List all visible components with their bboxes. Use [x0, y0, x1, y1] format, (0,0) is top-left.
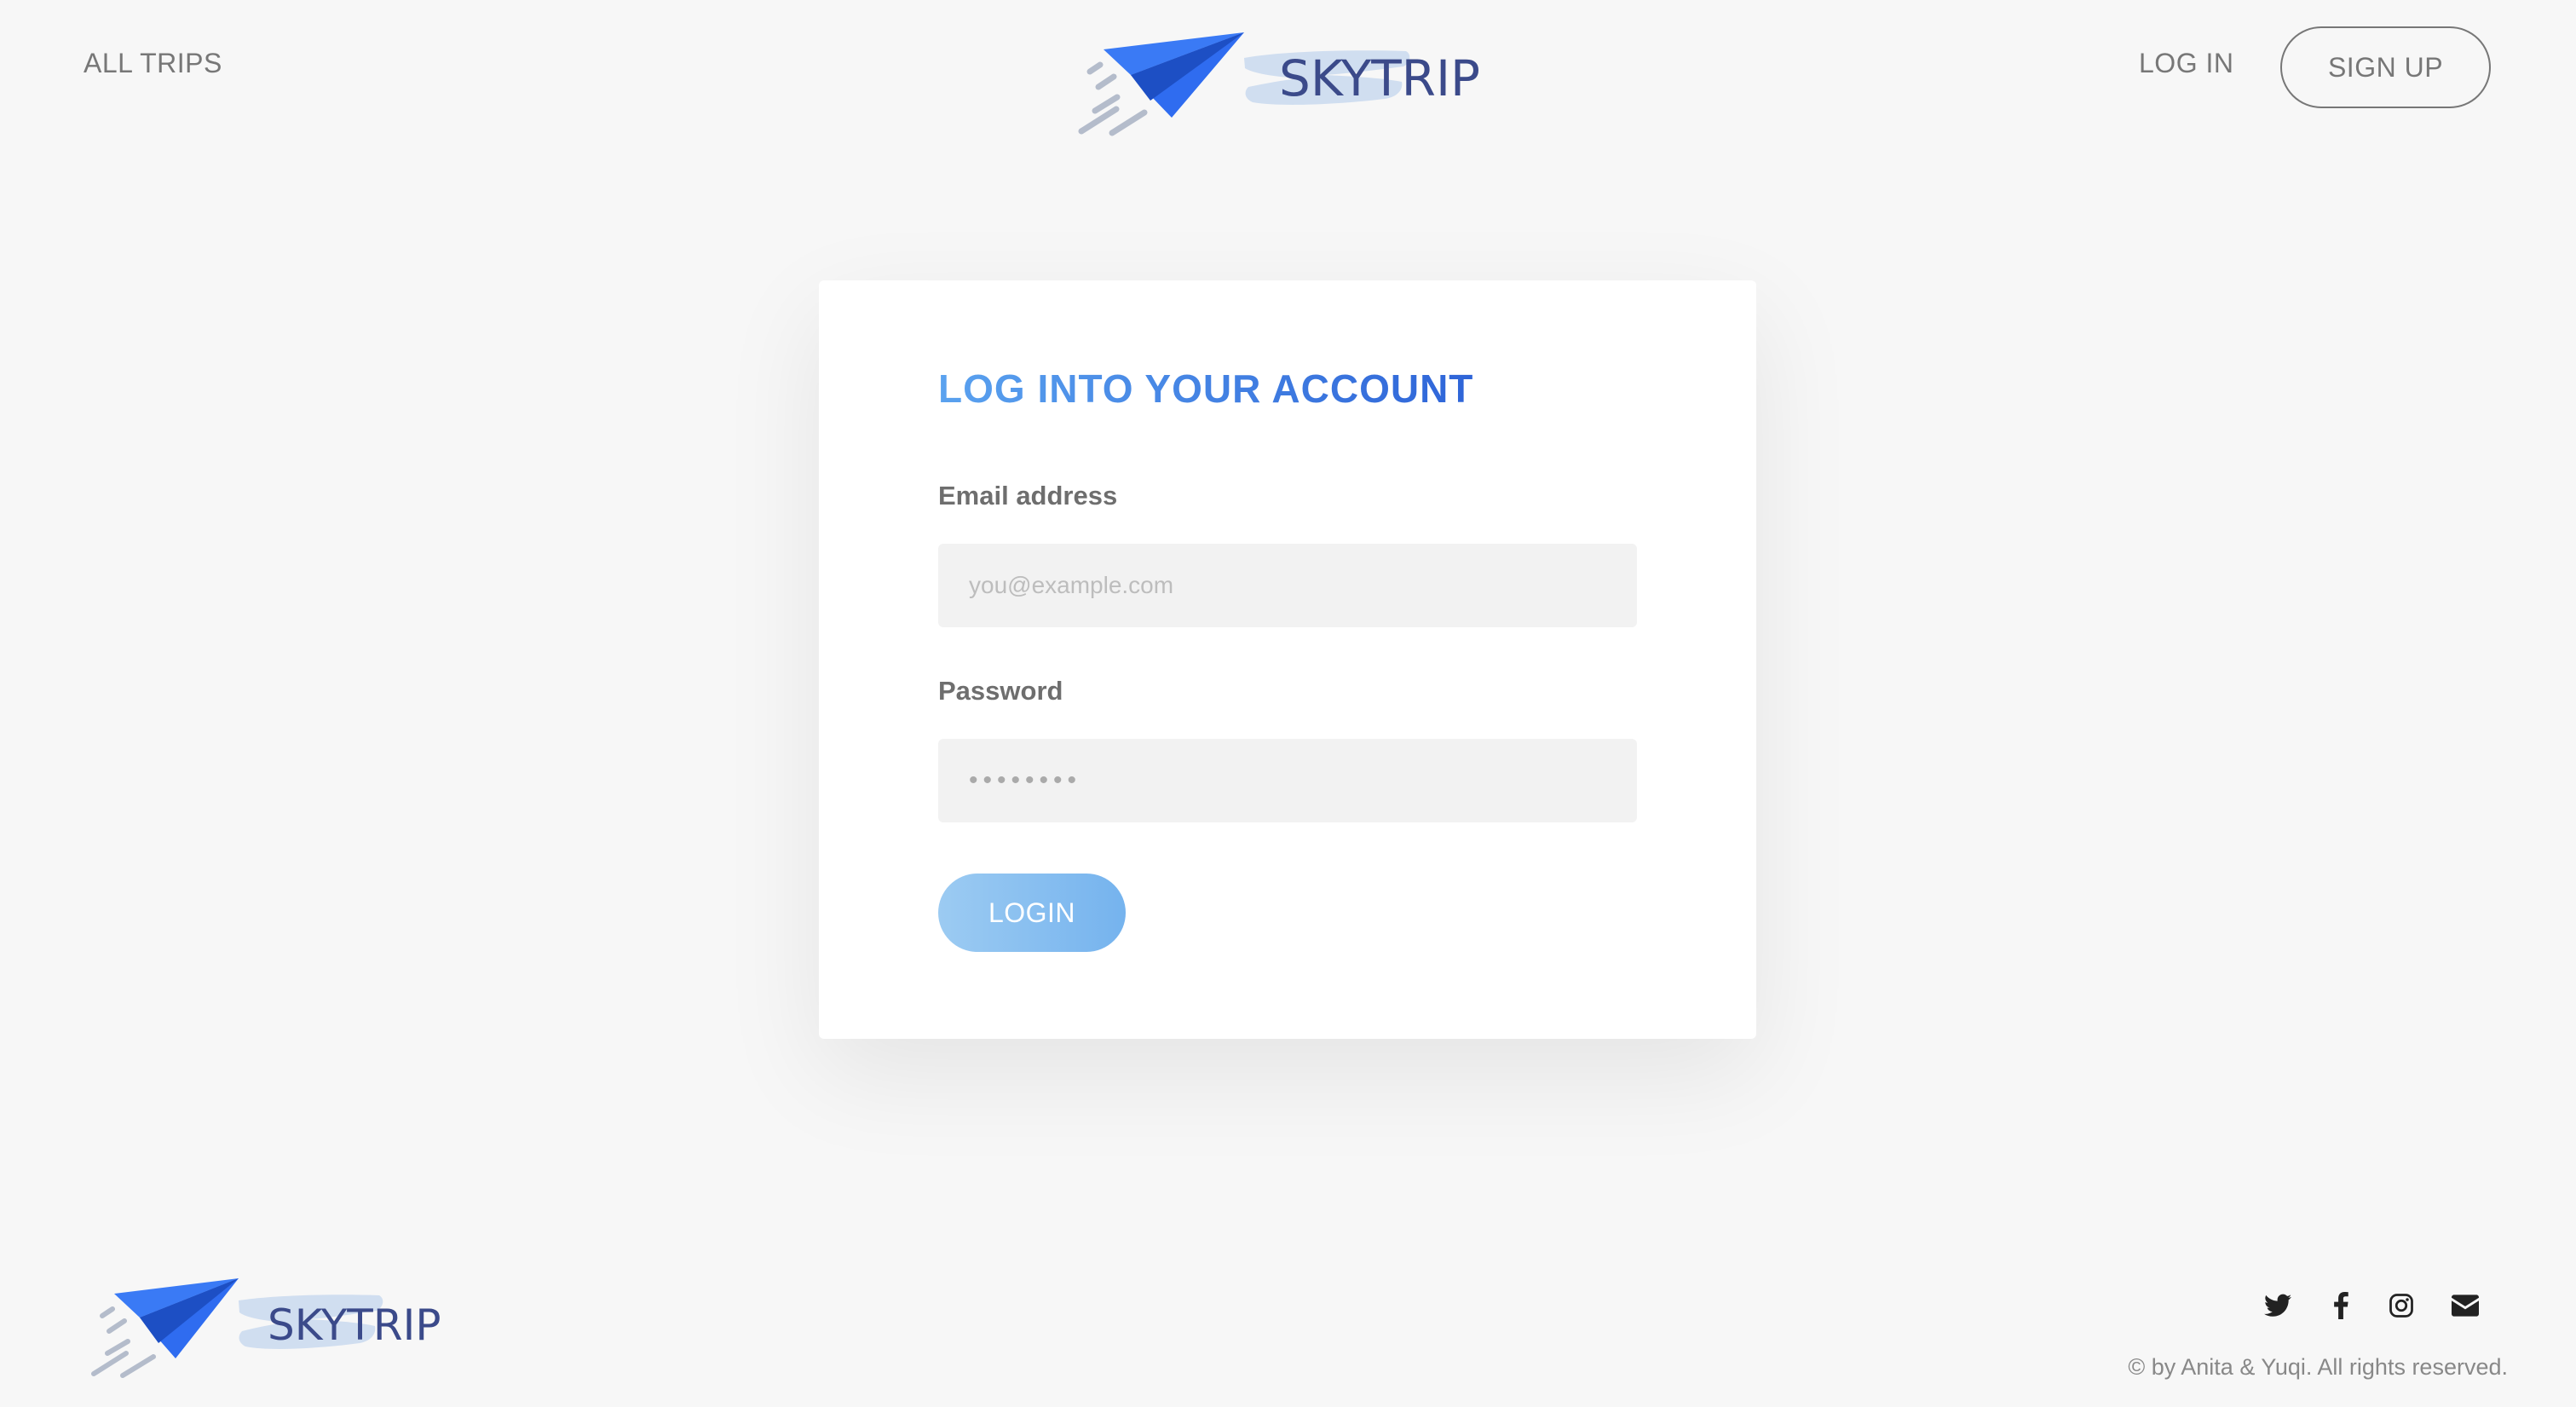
site-header: ALL TRIPS SKYTRIP LOG IN SIGN UP [0, 0, 2576, 136]
login-card: LOG INTO YOUR ACCOUNT Email address Pass… [819, 280, 1756, 1039]
copyright-text: © by Anita & Yuqi. All rights reserved. [2128, 1354, 2508, 1380]
twitter-icon[interactable] [2259, 1287, 2297, 1324]
mail-icon[interactable] [2446, 1287, 2484, 1324]
paper-plane-icon [114, 1278, 239, 1358]
email-field[interactable] [938, 544, 1637, 627]
login-submit-button[interactable]: LOGIN [938, 874, 1126, 952]
nav-login-link[interactable]: LOG IN [2139, 48, 2233, 79]
password-label: Password [938, 676, 1063, 706]
paper-plane-icon [1104, 32, 1244, 118]
facebook-icon[interactable] [2322, 1287, 2360, 1324]
instagram-icon[interactable] [2383, 1287, 2420, 1324]
email-label: Email address [938, 481, 1118, 510]
skytrip-logo-footer[interactable]: SKYTRIP [85, 1270, 460, 1389]
skytrip-logo-header[interactable]: SKYTRIP [1069, 26, 1495, 145]
nav-signup-button[interactable]: SIGN UP [2280, 26, 2491, 108]
login-title: LOG INTO YOUR ACCOUNT [938, 366, 1474, 411]
password-field[interactable] [938, 739, 1637, 822]
brand-text: SKYTRIP [268, 1300, 441, 1350]
nav-all-trips-link[interactable]: ALL TRIPS [84, 48, 222, 79]
login-page: ALL TRIPS SKYTRIP LOG IN SIGN UP LOG INT… [0, 0, 2576, 1407]
brand-text: SKYTRIP [1279, 49, 1480, 107]
